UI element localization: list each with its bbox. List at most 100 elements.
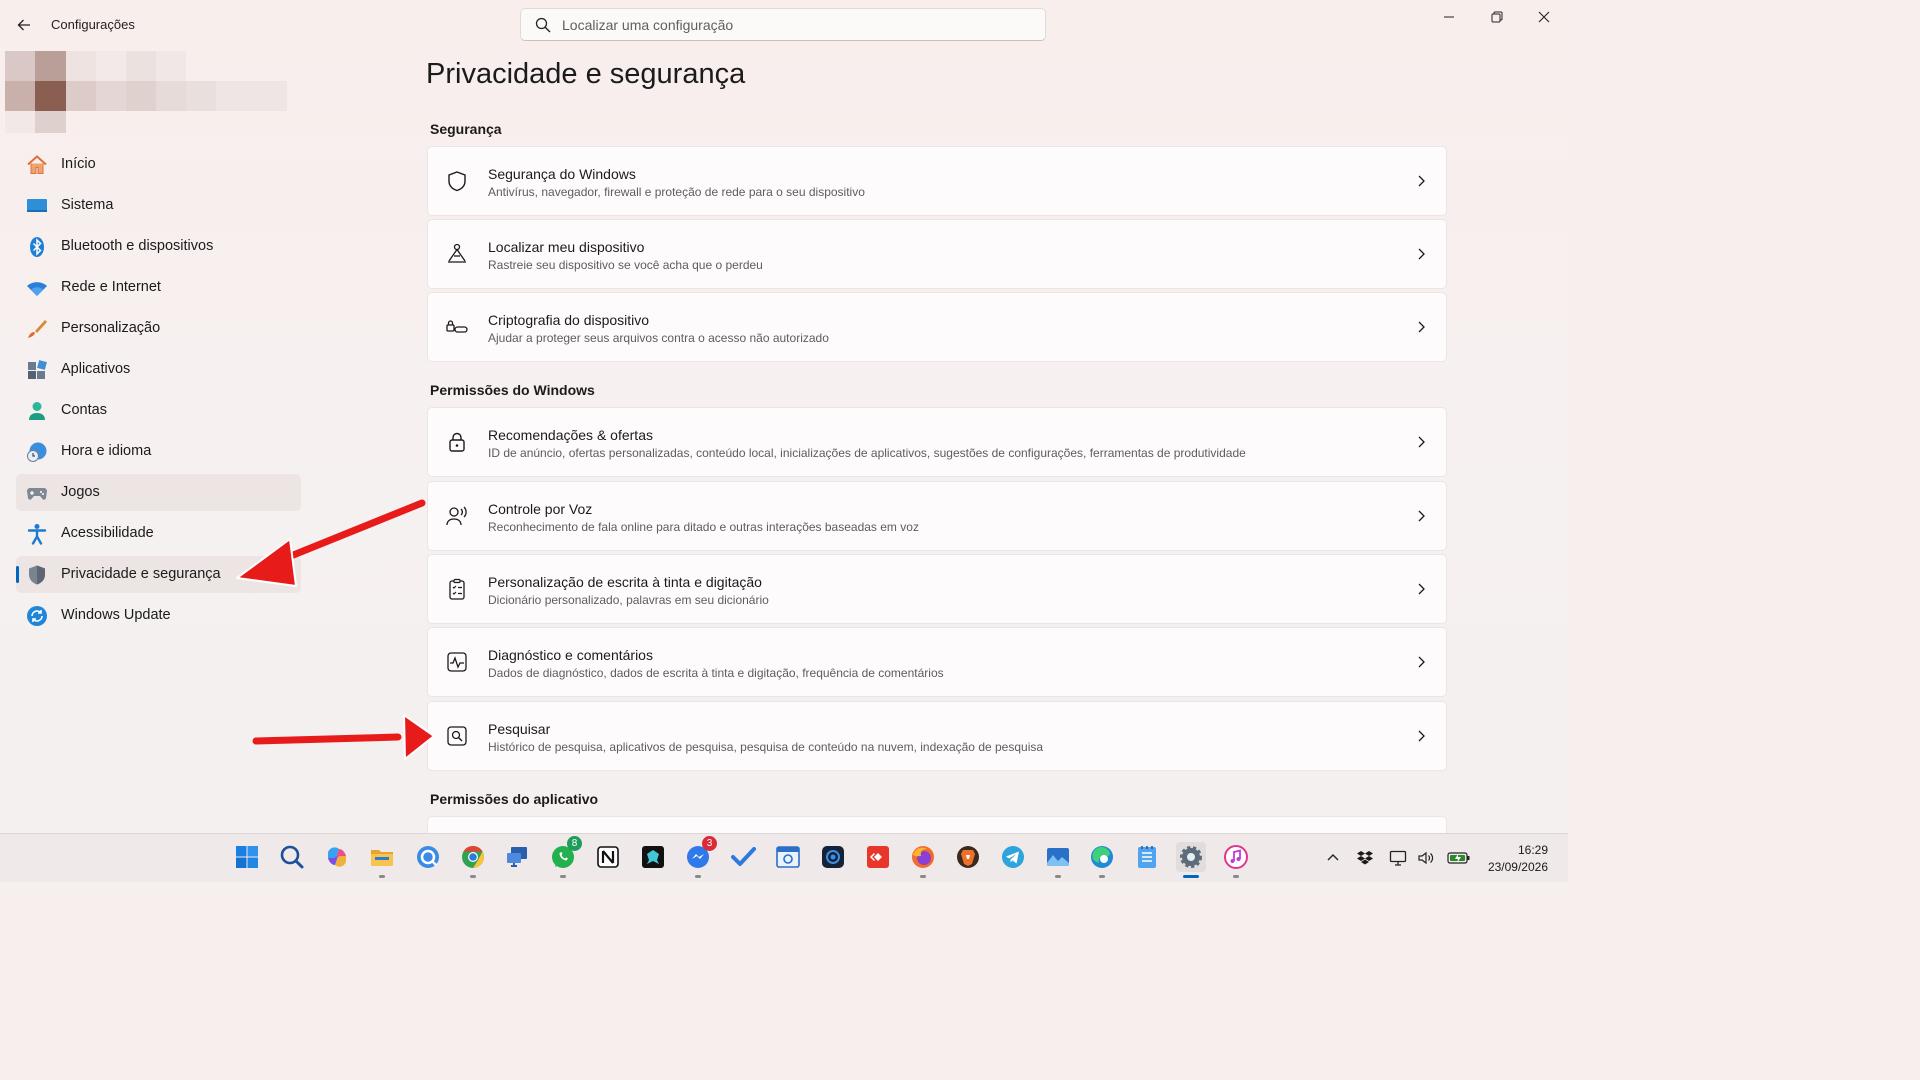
sidebar-item-bluetooth[interactable]: Bluetooth e dispositivos xyxy=(16,228,301,265)
tray-dropbox[interactable] xyxy=(1355,848,1375,868)
card-localizar-meu-dispositivo[interactable]: Localizar meu dispositivo Rastreie seu d… xyxy=(427,219,1447,289)
card-subtitle: Histórico de pesquisa, aplicativos de pe… xyxy=(488,740,1044,754)
taskbar-firefox[interactable] xyxy=(908,842,938,878)
running-indicator xyxy=(1099,875,1105,878)
taskbar-chrome[interactable] xyxy=(458,842,488,878)
clock-time: 16:29 xyxy=(1517,843,1548,857)
taskbar-whatsapp[interactable]: 8 xyxy=(548,836,582,878)
tray-volume[interactable] xyxy=(1416,848,1436,868)
taskbar-file-explorer[interactable] xyxy=(367,842,397,878)
sidebar-item-sistema[interactable]: Sistema xyxy=(16,187,301,224)
card-title: Personalização de escrita à tinta e digi… xyxy=(488,574,762,590)
user-profile-avatar[interactable] xyxy=(5,51,287,133)
chevron-right-icon xyxy=(1418,175,1425,187)
tray-network[interactable] xyxy=(1388,848,1408,868)
card-pesquisar[interactable]: Pesquisar Histórico de pesquisa, aplicat… xyxy=(427,701,1447,771)
card-subtitle: Dados de diagnóstico, dados de escrita à… xyxy=(488,666,944,680)
taskbar-edge[interactable] xyxy=(1087,842,1117,878)
taskbar-notion[interactable] xyxy=(593,842,623,872)
tray-battery[interactable] xyxy=(1447,848,1471,868)
notification-badge: 8 xyxy=(567,836,582,851)
chevron-right-icon xyxy=(1418,656,1425,668)
clock-date: 23/09/2026 xyxy=(1487,860,1548,874)
lock-key-icon xyxy=(446,320,468,333)
edge-icon xyxy=(1091,846,1113,868)
update-icon xyxy=(26,605,48,627)
taskbar-notepad[interactable] xyxy=(1132,842,1162,872)
copilot-icon xyxy=(328,847,346,867)
wifi-icon xyxy=(26,277,48,299)
settings-icon xyxy=(1180,846,1202,868)
chevron-up-icon xyxy=(1327,854,1339,861)
card-subtitle: ID de anúncio, ofertas personalizadas, c… xyxy=(488,446,1246,460)
card-title: Controle por Voz xyxy=(488,501,593,517)
search-icon xyxy=(535,17,551,33)
chevron-right-icon xyxy=(1418,248,1425,260)
card-seguranca-do-windows[interactable]: Segurança do Windows Antivírus, navegado… xyxy=(427,146,1447,216)
taskbar-brave[interactable] xyxy=(953,842,983,872)
sidebar-item-label: Sistema xyxy=(61,197,114,213)
taskbar-photos[interactable] xyxy=(1043,842,1073,878)
sidebar-item-inicio[interactable]: Início xyxy=(16,146,301,183)
card-criptografia[interactable]: Criptografia do dispositivo Ajudar a pro… xyxy=(427,292,1447,362)
sidebar-item-acessibilidade[interactable]: Acessibilidade xyxy=(16,515,301,552)
settings-window: Configurações Início xyxy=(0,0,1568,856)
chevron-right-icon xyxy=(1418,510,1425,522)
sidebar-item-jogos[interactable]: Jogos xyxy=(16,474,301,511)
taskbar-camera-app[interactable] xyxy=(818,842,848,872)
card-controle-por-voz[interactable]: Controle por Voz Reconhecimento de fala … xyxy=(427,481,1447,551)
taskbar-copilot[interactable] xyxy=(322,842,352,872)
taskbar-app-butterfly[interactable] xyxy=(638,842,668,872)
taskbar-quick-assist[interactable] xyxy=(413,842,443,872)
sidebar-item-personalizacao[interactable]: Personalização xyxy=(16,310,301,347)
chevron-right-icon xyxy=(1418,583,1425,595)
activity-icon xyxy=(447,652,467,672)
sidebar-item-hora[interactable]: Hora e idioma xyxy=(16,433,301,470)
sidebar-item-contas[interactable]: Contas xyxy=(16,392,301,429)
card-escrita-tinta-digitacao[interactable]: Personalização de escrita à tinta e digi… xyxy=(427,554,1447,624)
sidebar-item-label: Início xyxy=(61,156,96,172)
sidebar-item-label: Bluetooth e dispositivos xyxy=(61,238,214,254)
card-recomendacoes-ofertas[interactable]: Recomendações & ofertas ID de anúncio, o… xyxy=(427,407,1447,477)
tray-overflow-button[interactable] xyxy=(1323,848,1343,868)
card-title: Pesquisar xyxy=(488,721,551,737)
chevron-right-icon xyxy=(1418,321,1425,333)
sidebar-item-label: Hora e idioma xyxy=(61,443,152,459)
taskbar-telegram[interactable] xyxy=(998,842,1028,872)
taskbar-remote-desktop[interactable] xyxy=(503,842,533,872)
taskbar-calendar-app[interactable] xyxy=(773,842,803,872)
running-indicator xyxy=(920,875,926,878)
sidebar-item-privacidade[interactable]: Privacidade e segurança xyxy=(16,556,301,593)
taskbar: 8 3 16:29 23/09/2026 xyxy=(0,833,1568,882)
minimize-button[interactable] xyxy=(1434,6,1464,28)
taskbar-anydesk[interactable] xyxy=(863,842,893,872)
sidebar-item-label: Contas xyxy=(61,402,107,418)
sidebar-item-aplicativos[interactable]: Aplicativos xyxy=(16,351,301,388)
todo-icon xyxy=(731,847,756,866)
search-box[interactable] xyxy=(520,8,1046,41)
window-title: Configurações xyxy=(51,17,135,32)
accessibility-icon xyxy=(26,523,48,545)
taskbar-itunes[interactable] xyxy=(1221,842,1251,878)
taskbar-settings[interactable] xyxy=(1176,842,1206,878)
card-title: Criptografia do dispositivo xyxy=(488,312,650,328)
sidebar-item-rede[interactable]: Rede e Internet xyxy=(16,269,301,306)
voice-icon xyxy=(446,506,467,526)
apps-icon xyxy=(26,359,48,381)
clock[interactable]: 16:29 23/09/2026 xyxy=(1488,842,1548,876)
brave-icon xyxy=(957,846,979,868)
taskbar-messenger[interactable]: 3 xyxy=(683,836,717,878)
taskbar-search-button[interactable] xyxy=(277,842,307,872)
back-button[interactable] xyxy=(14,15,34,35)
running-indicator xyxy=(379,875,385,878)
close-button[interactable] xyxy=(1529,6,1559,28)
sidebar-item-windows-update[interactable]: Windows Update xyxy=(16,597,301,634)
taskbar-todo[interactable] xyxy=(728,842,758,872)
search-input[interactable] xyxy=(562,9,1032,40)
card-diagnostico-comentarios[interactable]: Diagnóstico e comentários Dados de diagn… xyxy=(427,627,1447,697)
display-icon xyxy=(1389,850,1407,866)
restore-button[interactable] xyxy=(1482,6,1512,28)
running-indicator xyxy=(1233,875,1239,878)
sidebar-item-label: Privacidade e segurança xyxy=(61,566,221,582)
taskbar-start-button[interactable] xyxy=(232,842,262,872)
